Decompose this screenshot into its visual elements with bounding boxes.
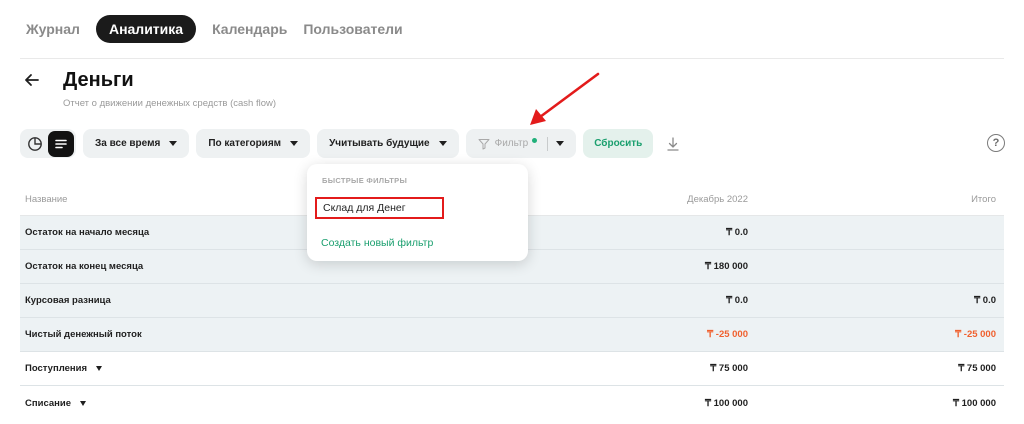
filter-label: Фильтр xyxy=(494,138,529,149)
table-row: Курсовая разница ₸ 0.0 ₸ 0.0 xyxy=(20,284,1004,318)
filter-button[interactable]: Фильтр xyxy=(465,129,577,158)
top-nav: Журнал Аналитика Календарь Пользователи xyxy=(20,14,409,44)
filter-caret-down-icon[interactable] xyxy=(556,141,565,146)
table-row: Чистый денежный поток ₸ -25 000 ₸ -25 00… xyxy=(20,318,1004,352)
row-december-value: ₸ 0.0 xyxy=(726,227,748,238)
caret-down-icon xyxy=(290,141,299,146)
pie-chart-icon[interactable] xyxy=(22,131,48,157)
grouping-label: По категориям xyxy=(208,138,282,149)
row-total-value: ₸ 75 000 xyxy=(958,363,996,374)
row-december-value: ₸ 75 000 xyxy=(710,363,748,374)
period-dropdown[interactable]: За все время xyxy=(83,129,190,158)
download-icon[interactable] xyxy=(663,134,683,154)
row-label: Списание xyxy=(25,397,71,409)
row-december-value: ₸ 100 000 xyxy=(704,397,748,409)
back-arrow-icon[interactable] xyxy=(22,70,42,90)
nav-divider xyxy=(20,58,1004,59)
row-total-value: ₸ 100 000 xyxy=(952,397,996,409)
quick-filter-item[interactable]: Склад для Денег xyxy=(315,197,444,219)
funnel-icon xyxy=(478,138,495,150)
tab-journal[interactable]: Журнал xyxy=(20,15,86,43)
quick-filters-popup: БЫСТРЫЕ ФИЛЬТРЫ Склад для Денег Создать … xyxy=(307,164,528,261)
tab-users[interactable]: Пользователи xyxy=(297,15,408,43)
future-dropdown[interactable]: Учитывать будущие xyxy=(317,129,459,158)
column-december: Декабрь 2022 xyxy=(687,194,748,205)
row-total-value: ₸ -25 000 xyxy=(955,329,996,340)
toolbar: За все время По категориям Учитывать буд… xyxy=(20,129,683,158)
reset-button[interactable]: Сбросить xyxy=(583,129,654,158)
row-label: Поступления xyxy=(25,363,88,374)
expand-caret-icon[interactable] xyxy=(96,366,103,371)
row-december-value: ₸ 0.0 xyxy=(726,295,748,306)
column-total: Итого xyxy=(971,194,996,205)
caret-down-icon xyxy=(169,141,178,146)
page-subtitle: Отчет о движении денежных средств (cash … xyxy=(63,98,277,109)
page-title: Деньги xyxy=(63,69,134,91)
table-row: Поступления ₸ 75 000 ₸ 75 000 xyxy=(20,352,1004,386)
expand-caret-icon[interactable] xyxy=(79,400,86,406)
row-label: Чистый денежный поток xyxy=(25,329,142,340)
quick-filters-header: БЫСТРЫЕ ФИЛЬТРЫ xyxy=(322,176,408,185)
view-switch xyxy=(20,129,76,158)
row-december-value: ₸ 180 000 xyxy=(704,261,748,272)
help-icon[interactable]: ? xyxy=(987,134,1005,152)
table-row: Списание ₸ 100 000 ₸ 100 000 xyxy=(20,386,1004,420)
caret-down-icon xyxy=(438,141,447,146)
row-total-value: ₸ 0.0 xyxy=(974,295,996,306)
tab-analytics[interactable]: Аналитика xyxy=(95,15,197,43)
row-december-value: ₸ -25 000 xyxy=(707,329,748,340)
table-list-icon[interactable] xyxy=(48,130,74,157)
row-label: Остаток на конец месяца xyxy=(25,261,144,272)
filter-separator xyxy=(547,136,549,151)
future-label: Учитывать будущие xyxy=(329,138,430,149)
active-filter-dot xyxy=(532,138,538,143)
row-label: Остаток на начало месяца xyxy=(25,227,150,238)
row-label: Курсовая разница xyxy=(25,295,111,306)
create-filter-link[interactable]: Создать новый фильтр xyxy=(321,237,433,249)
period-label: За все время xyxy=(95,138,161,149)
grouping-dropdown[interactable]: По категориям xyxy=(196,129,311,158)
tab-calendar[interactable]: Календарь xyxy=(206,15,293,43)
